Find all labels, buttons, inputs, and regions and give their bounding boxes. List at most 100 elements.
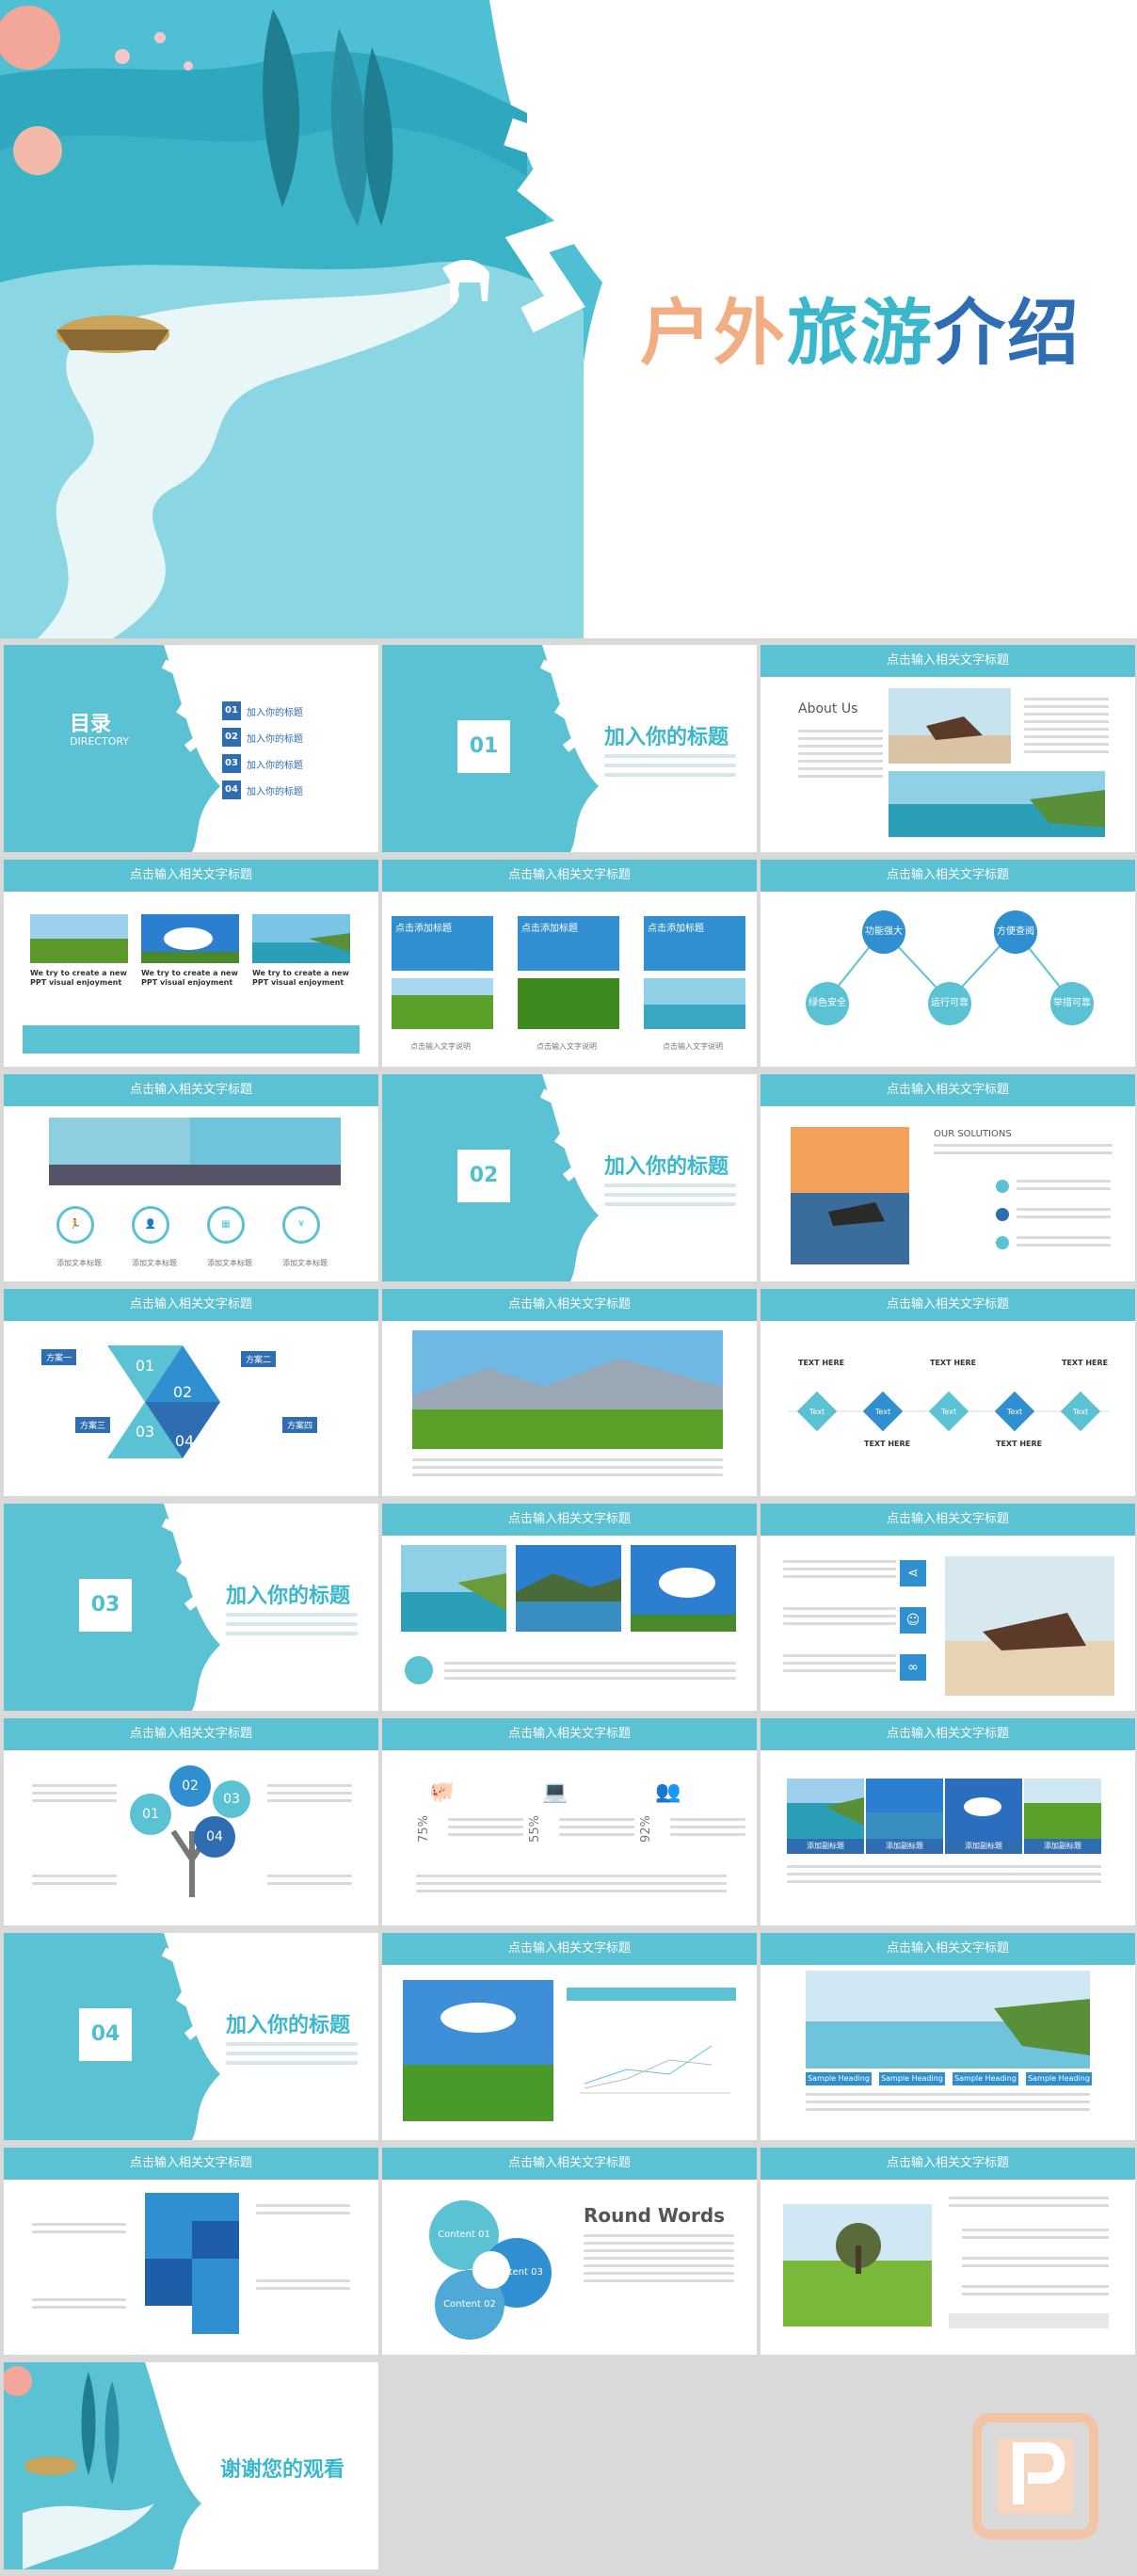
round-title: Round Words xyxy=(584,2204,726,2227)
slide-puzzle[interactable]: 点击输入相关文字标题 xyxy=(4,2148,378,2355)
coast-photo xyxy=(889,771,1105,837)
diamond-heading: TEXT HERE xyxy=(1062,1359,1109,1367)
section-number: 03 xyxy=(79,1579,132,1632)
circle-item: 功能强大 xyxy=(862,910,905,954)
sample-heading: Sample Heading xyxy=(879,2072,945,2085)
body-text xyxy=(32,1784,117,1807)
toc-item-4[interactable]: 04 加入你的标题 xyxy=(222,781,373,799)
tree-field-photo xyxy=(783,2204,932,2326)
toc-label: 加入你的标题 xyxy=(247,734,303,745)
slide-tree[interactable]: 点击输入相关文字标题 01 02 03 04 xyxy=(4,1718,378,1925)
slide-line-chart[interactable]: 点击输入相关文字标题 xyxy=(382,1933,757,2140)
slide-header: 点击输入相关文字标题 xyxy=(4,1074,378,1106)
body-text xyxy=(267,1875,352,1890)
slide-diamonds[interactable]: 点击输入相关文字标题 Text Text Text Text Text TEXT… xyxy=(761,1289,1135,1496)
icon-label: 添加文本标题 xyxy=(207,1259,252,1267)
toc-item-2[interactable]: 02 加入你的标题 xyxy=(222,728,373,747)
photo-coast xyxy=(252,914,350,963)
tri-num: 02 xyxy=(172,1383,193,1401)
share-icon: ⋖ xyxy=(900,1560,926,1586)
icon-label: 添加文本标题 xyxy=(132,1259,177,1267)
cover-slide[interactable]: 户外旅游介绍 xyxy=(0,0,1137,638)
tri-label: 方案四 xyxy=(282,1417,318,1433)
caption: 点击输入文字说明 xyxy=(410,1042,471,1051)
tree-circle: 02 xyxy=(169,1765,211,1807)
photo-label: 添加副标题 xyxy=(945,1839,1022,1854)
slide-header: 点击输入相关文字标题 xyxy=(382,1289,757,1321)
slide-landscape[interactable]: 点击输入相关文字标题 xyxy=(382,1289,757,1496)
body-text xyxy=(584,2234,734,2287)
slide-four-photos[interactable]: 点击输入相关文字标题 添加副标题 添加副标题 添加副标题 添加副标题 xyxy=(761,1718,1135,1925)
slide-blue-cards[interactable]: 点击输入相关文字标题 点击添加标题 点击添加标题 点击添加标题 点击输入文字说明… xyxy=(382,860,757,1067)
sample-heading: Sample Heading xyxy=(1026,2072,1092,2085)
body-text xyxy=(256,2279,350,2294)
caption: 点击输入文字说明 xyxy=(536,1042,597,1051)
toc-num: 02 xyxy=(222,728,241,747)
slide-circles[interactable]: 点击输入相关文字标题 功能强大 方便查阅 绿色安全 运行可靠 举措可靠 xyxy=(761,860,1135,1067)
bullet xyxy=(996,1208,1009,1221)
photo-label: 添加副标题 xyxy=(787,1839,864,1854)
body-text xyxy=(783,1654,896,1677)
slide-three-photos[interactable]: 点击输入相关文字标题 We try to create a new PPT vi… xyxy=(4,860,378,1067)
slide-tree-field[interactable]: 点击输入相关文字标题 xyxy=(761,2148,1135,2355)
slide-section-03[interactable]: 03 加入你的标题 xyxy=(4,1504,378,1711)
diamond-heading: TEXT HERE xyxy=(798,1359,845,1367)
slide-about-us[interactable]: 点击输入相关文字标题 About Us xyxy=(761,645,1135,852)
toc-label: 加入你的标题 xyxy=(247,761,303,771)
body-text xyxy=(32,2298,126,2313)
card-label: 点击添加标题 xyxy=(521,924,578,934)
toc-item-1[interactable]: 01 加入你的标题 xyxy=(222,701,373,720)
percent-value: 75% xyxy=(416,1815,431,1843)
icon-label: 添加文本标题 xyxy=(282,1259,328,1267)
slide-solutions[interactable]: 点击输入相关文字标题 OUR SOLUTIONS xyxy=(761,1074,1135,1281)
slide-section-04[interactable]: 04 加入你的标题 xyxy=(4,1933,378,2140)
slide-thanks[interactable]: 谢谢您的观看 xyxy=(4,2362,378,2569)
chart-header-bar xyxy=(567,1988,736,2001)
bullet-text xyxy=(1017,1236,1111,1251)
bullet xyxy=(996,1236,1009,1249)
slide-sample-headings[interactable]: 点击输入相关文字标题 Sample Heading Sample Heading… xyxy=(761,1933,1135,2140)
cover-title-part1: 户外 xyxy=(640,291,787,375)
slide-toc[interactable]: 目录 DIRECTORY 01 加入你的标题 02 加入你的标题 03 加入你的标题 … xyxy=(4,645,378,852)
slide-section-01[interactable]: 01 加入你的标题 xyxy=(382,645,757,852)
percent-value: 55% xyxy=(527,1815,542,1843)
laptop-icon: 💻 xyxy=(542,1780,568,1804)
section-title: 加入你的标题 xyxy=(604,1155,729,1179)
slide-icons-process[interactable]: 点击输入相关文字标题 🏃 👤 ▦ ¥ 添加文本标题 添加文本标题 添加文本标题 … xyxy=(4,1074,378,1281)
photo xyxy=(787,1779,864,1841)
body-text xyxy=(267,1784,352,1807)
photo-field xyxy=(30,914,128,963)
body-text xyxy=(416,1875,727,1897)
toc-item-3[interactable]: 03 加入你的标题 xyxy=(222,754,373,773)
sample-heading: Sample Heading xyxy=(953,2072,1018,2085)
body-text xyxy=(32,1875,117,1890)
caption: 点击输入文字说明 xyxy=(663,1042,723,1051)
body-text xyxy=(448,1818,523,1841)
caption: We try to create a new PPT visual enjoym… xyxy=(252,969,349,987)
money-icon: ¥ xyxy=(282,1206,320,1244)
diamond-label: Text xyxy=(940,1408,957,1416)
card: 点击添加标题 xyxy=(644,916,745,971)
toc-num: 01 xyxy=(222,701,241,720)
slide-triangles[interactable]: 点击输入相关文字标题 01 02 03 04 方案一 方案二 方案三 方案四 xyxy=(4,1289,378,1496)
photo-label: 添加副标题 xyxy=(866,1839,943,1854)
slide-header: 点击输入相关文字标题 xyxy=(761,1933,1135,1965)
connector-lines xyxy=(825,929,1072,1002)
tree-circle: 03 xyxy=(213,1780,250,1818)
body-text xyxy=(670,1818,745,1841)
slide-percentages[interactable]: 点击输入相关文字标题 🐖 💻 👥 75% 55% 92% xyxy=(382,1718,757,1925)
toc-num: 04 xyxy=(222,781,241,799)
mountain-photo xyxy=(412,1330,723,1449)
group-icon: ☺ xyxy=(900,1607,926,1634)
section-title: 加入你的标题 xyxy=(604,726,729,749)
slide-three-landscapes[interactable]: 点击输入相关文字标题 xyxy=(382,1504,757,1711)
diamond-label: Text xyxy=(809,1408,825,1416)
coast-photo xyxy=(401,1545,506,1632)
slide-section-02[interactable]: 02 加入你的标题 xyxy=(382,1074,757,1281)
caption: We try to create a new PPT visual enjoym… xyxy=(30,969,127,987)
slide-round-words[interactable]: 点击输入相关文字标题 Content 01 Content 03 Content… xyxy=(382,2148,757,2355)
toc-art xyxy=(4,645,220,852)
diamond-heading: TEXT HERE xyxy=(996,1440,1043,1448)
tree-circle: 04 xyxy=(194,1816,235,1858)
slide-share-icons[interactable]: 点击输入相关文字标题 ⋖ ☺ ∞ xyxy=(761,1504,1135,1711)
